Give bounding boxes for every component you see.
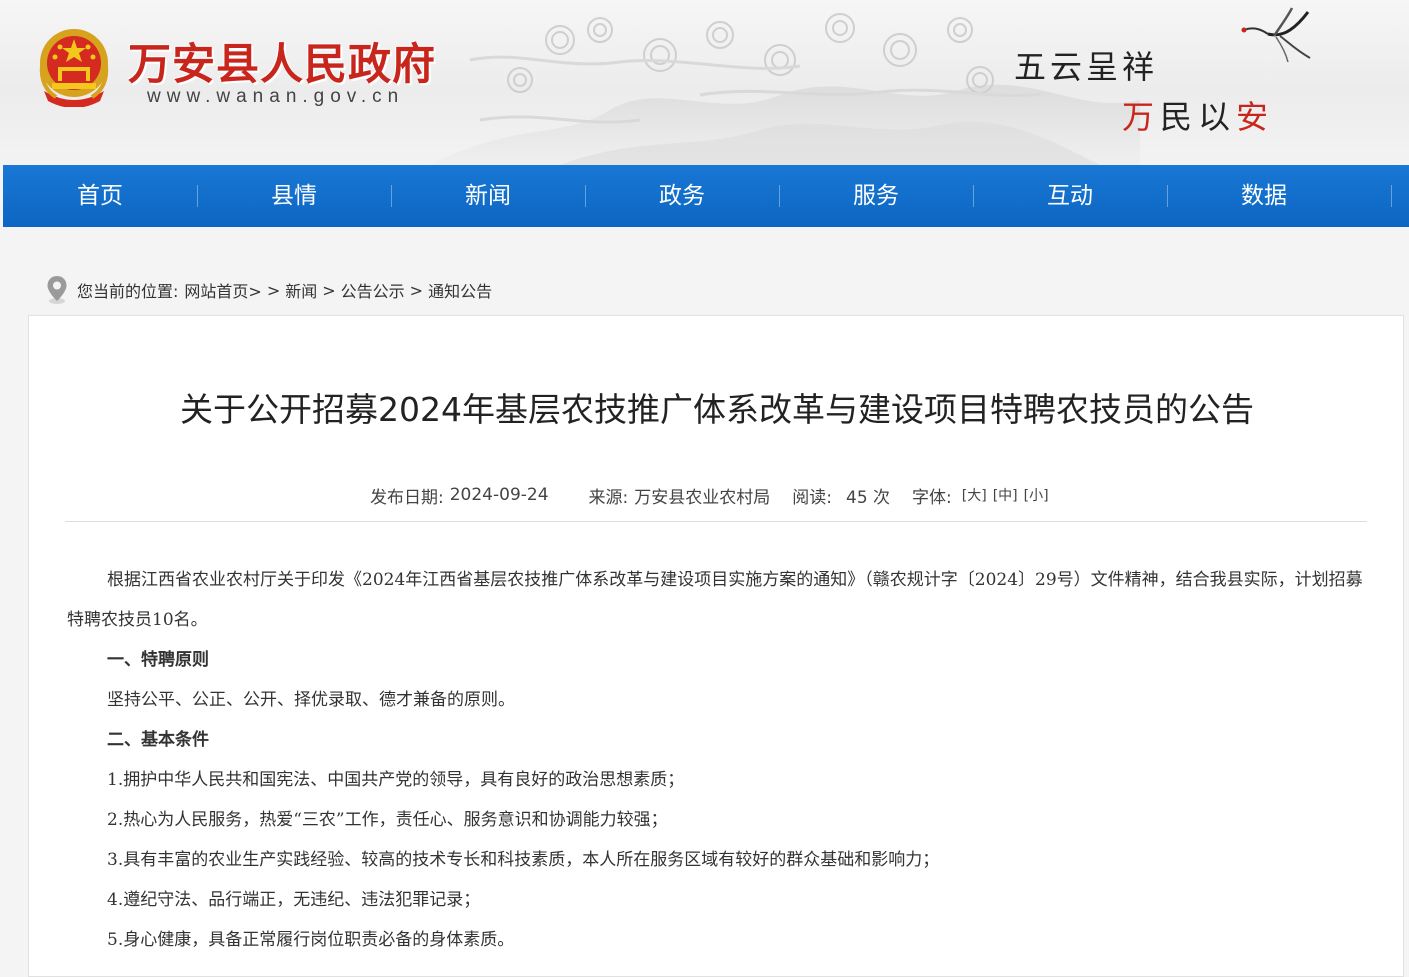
- condition-item: 4.遵纪守法、品行端正，无违纪、违法犯罪记录；: [107, 890, 481, 910]
- location-pin-icon: [47, 276, 67, 304]
- condition-item: 3.具有丰富的农业生产实践经验、较高的技术专长和科技素质，本人所在服务区域有较好…: [107, 850, 940, 870]
- slogan-char-first: 万: [1122, 98, 1161, 136]
- slogan-line-2: 万民以安: [1122, 92, 1274, 138]
- source-label: 来源:: [588, 487, 629, 508]
- meta-divider: [65, 521, 1367, 522]
- condition-item: 5.身心健康，具备正常履行岗位职责必备的身体素质。: [107, 930, 515, 950]
- site-url: www.wanan.gov.cn: [147, 86, 405, 107]
- crane-icon: [1241, 7, 1311, 63]
- article-meta: 发布日期: 2024-09-24 来源: 万安县农业农村局 阅读: 45 次 字…: [370, 482, 1049, 508]
- reads-label: 阅读:: [792, 487, 832, 508]
- body-paragraph: 坚持公平、公正、公开、择优录取、德才兼备的原则。: [107, 690, 515, 710]
- font-size-large-button[interactable]: [大]: [962, 485, 987, 505]
- reads-count: 45 次: [846, 487, 891, 508]
- source-value: 万安县农业农村局: [634, 487, 771, 508]
- slogan-char-last: 安: [1236, 98, 1275, 136]
- nav-item-county-info[interactable]: 县情: [197, 165, 391, 227]
- breadcrumb-announcements-link[interactable]: 公告公示: [341, 278, 405, 302]
- date-label: 发布日期:: [370, 487, 444, 508]
- font-size-medium-button[interactable]: [中]: [993, 485, 1018, 505]
- nav-item-data[interactable]: 数据: [1167, 165, 1361, 227]
- breadcrumb-news-link[interactable]: 新闻: [285, 278, 317, 302]
- breadcrumb-separator: >: [409, 280, 424, 300]
- main-nav: 首页 县情 新闻 政务 服务 互动 数据: [3, 165, 1409, 227]
- article-title: 关于公开招募2024年基层农技推广体系改革与建设项目特聘农技员的公告: [180, 390, 1254, 429]
- breadcrumb-home-link[interactable]: 网站首页>: [184, 278, 261, 302]
- site-title[interactable]: 万安县人民政府: [128, 30, 436, 92]
- section-heading: 一、特聘原则: [107, 650, 209, 670]
- condition-item: 2.热心为人民服务，热爱“三农”工作，责任心、服务意识和协调能力较强；: [107, 810, 668, 830]
- nav-divider: [1391, 185, 1392, 207]
- site-header: 万安县人民政府 www.wanan.gov.cn 五云呈祥 万民以安: [0, 0, 1409, 165]
- nav-item-interaction[interactable]: 互动: [973, 165, 1167, 227]
- nav-item-news[interactable]: 新闻: [391, 165, 585, 227]
- condition-item: 1.拥护中华人民共和国宪法、中国共产党的领导，具有良好的政治思想素质；: [107, 770, 685, 790]
- breadcrumb-prefix: 您当前的位置:: [77, 282, 179, 301]
- article-body: 根据江西省农业农村厅关于印发《2024年江西省基层农技推广体系改革与建设项目实施…: [67, 560, 1367, 960]
- nav-item-home[interactable]: 首页: [3, 165, 197, 227]
- font-size-small-button[interactable]: [小]: [1024, 485, 1049, 505]
- nav-item-government-affairs[interactable]: 政务: [585, 165, 779, 227]
- nav-item-services[interactable]: 服务: [779, 165, 973, 227]
- font-size-label: 字体:: [912, 487, 952, 508]
- slogan-line-1: 五云呈祥: [1014, 48, 1159, 86]
- breadcrumb-separator: >: [322, 280, 336, 300]
- publish-date: 2024-09-24: [449, 485, 549, 505]
- intro-paragraph: 根据江西省农业农村厅关于印发《2024年江西省基层农技推广体系改革与建设项目实施…: [67, 570, 1363, 630]
- section-heading: 二、基本条件: [107, 730, 209, 750]
- breadcrumb-separator: >: [266, 280, 281, 300]
- slogan-char-mid: 民以: [1160, 98, 1237, 136]
- national-emblem-icon: [39, 29, 109, 107]
- breadcrumb-notices-link[interactable]: 通知公告: [428, 278, 492, 302]
- breadcrumb: 您当前的位置: 网站首页> > 新闻 > 公告公示 > 通知公告: [46, 275, 492, 305]
